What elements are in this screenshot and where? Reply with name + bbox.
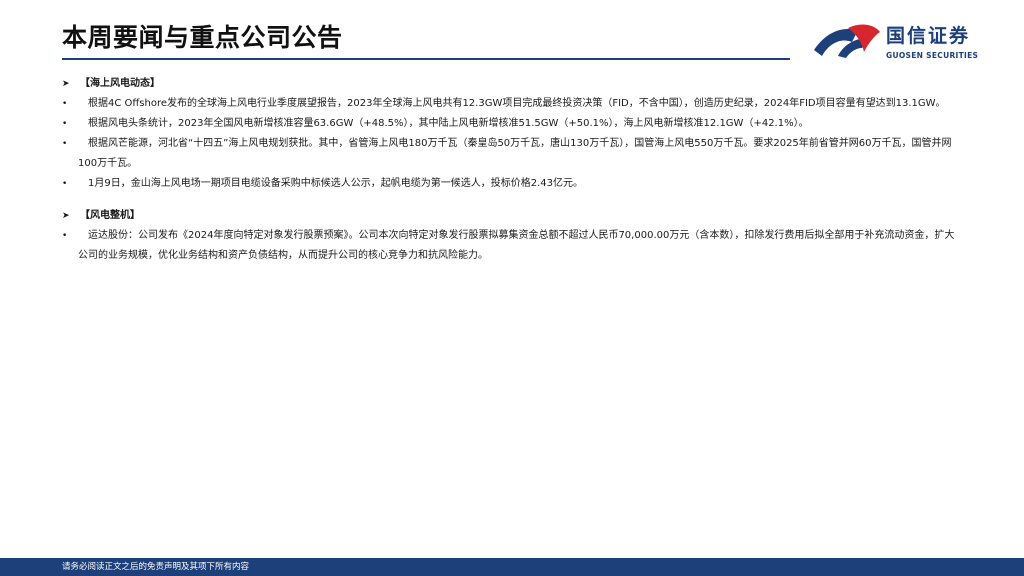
guosen-logo-icon — [814, 24, 880, 58]
news-content: ➤ 【海上风电动态】 • 根据4C Offshore发布的全球海上风电行业季度展… — [62, 76, 962, 280]
list-item: • 根据4C Offshore发布的全球海上风电行业季度展望报告，2023年全球… — [62, 94, 962, 114]
list-item-text: 根据风电头条统计，2023年全国风电新增核准容量63.6GW（+48.5%），其… — [88, 118, 809, 129]
list-item-text: 1月9日，金山海上风电场一期项目电缆设备采购中标候选人公示，起帆电缆为第一候选人… — [88, 178, 583, 189]
logo-english-name: GUOSEN SECURITIES — [886, 51, 979, 60]
bullet-dot-icon: • — [62, 179, 68, 189]
footer-bar: 请务必阅读正文之后的免责声明及其项下所有内容 — [0, 558, 1024, 576]
footer-disclaimer: 请务必阅读正文之后的免责声明及其项下所有内容 — [62, 562, 250, 572]
list-item-text: 运达股份：公司发布《2024年度向特定对象发行股票预案》。公司本次向特定对象发行… — [78, 230, 955, 261]
logo-chinese-name: 国信证券 — [886, 25, 971, 47]
arrow-bullet-icon: ➤ — [62, 79, 70, 89]
list-item-text: 根据4C Offshore发布的全球海上风电行业季度展望报告，2023年全球海上… — [88, 98, 946, 109]
section-offshore-wind: ➤ 【海上风电动态】 • 根据4C Offshore发布的全球海上风电行业季度展… — [62, 76, 962, 194]
bullet-dot-icon: • — [62, 139, 68, 149]
page-title: 本周要闻与重点公司公告 — [62, 23, 343, 52]
list-item: • 1月9日，金山海上风电场一期项目电缆设备采购中标候选人公示，起帆电缆为第一候… — [62, 174, 962, 194]
section-heading: ➤ 【风电整机】 — [62, 208, 962, 224]
company-logo: 国信证券 GUOSEN SECURITIES — [812, 22, 982, 62]
bullet-dot-icon: • — [62, 119, 68, 129]
arrow-bullet-icon: ➤ — [62, 211, 70, 221]
list-item: • 根据风电头条统计，2023年全国风电新增核准容量63.6GW（+48.5%）… — [62, 114, 962, 134]
list-item: • 运达股份：公司发布《2024年度向特定对象发行股票预案》。公司本次向特定对象… — [62, 226, 962, 266]
section-heading-text: 【海上风电动态】 — [80, 78, 160, 89]
list-item: • 根据风芒能源，河北省“十四五”海上风电规划获批。其中，省管海上风电180万千… — [62, 134, 962, 174]
bullet-dot-icon: • — [62, 99, 68, 109]
section-heading-text: 【风电整机】 — [80, 210, 140, 221]
title-underline — [62, 58, 790, 60]
bullet-dot-icon: • — [62, 231, 68, 241]
list-item-text: 根据风芒能源，河北省“十四五”海上风电规划获批。其中，省管海上风电180万千瓦（… — [78, 138, 952, 169]
section-heading: ➤ 【海上风电动态】 — [62, 76, 962, 92]
section-wind-turbine: ➤ 【风电整机】 • 运达股份：公司发布《2024年度向特定对象发行股票预案》。… — [62, 208, 962, 266]
